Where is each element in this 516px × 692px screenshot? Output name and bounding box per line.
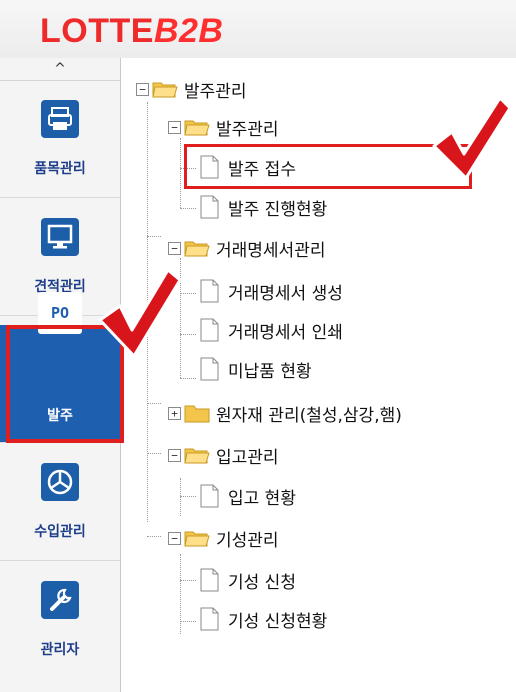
sidebar-item-label: 수입관리 [34, 524, 86, 540]
document-icon [200, 318, 219, 342]
tree-item-invoice-print[interactable]: 거래명세서 인쇄 [198, 315, 343, 345]
tree-node-label: 입고 현황 [228, 488, 296, 509]
sidebar-item-import[interactable]: 수입관리 [0, 443, 120, 561]
tree-node-label: 기성관리 [216, 530, 279, 551]
tree-node-label: 거래명세서 생성 [228, 283, 343, 304]
tree-item-billing-request-status[interactable]: 기성 신청현황 [198, 604, 327, 634]
tree-item-undelivered-status[interactable]: 미납품 현황 [198, 354, 312, 384]
folder-open-icon [184, 241, 210, 257]
tree-group-raw-materials[interactable]: + 원자재 관리(철성,삼강,햄) [168, 398, 402, 428]
lotte-b2b-logo[interactable]: LOTTEB2B [40, 14, 223, 48]
highlight-frame [184, 144, 472, 189]
checkmark-icon [98, 268, 182, 358]
expand-toggle[interactable]: + [168, 406, 181, 420]
document-icon [200, 568, 219, 592]
tree-node-label: 거래명세서관리 [216, 240, 326, 261]
collapse-toggle[interactable]: − [168, 448, 181, 462]
collapse-toggle[interactable]: − [136, 82, 149, 96]
monitor-icon [41, 218, 79, 256]
wrench-icon [41, 581, 79, 619]
document-icon [200, 484, 219, 508]
collapse-toggle[interactable]: − [168, 120, 181, 134]
tree-node-label: 입고관리 [216, 447, 279, 468]
tree-item-receiving-status[interactable]: 입고 현황 [198, 481, 296, 511]
tree-group-receiving[interactable]: − 입고관리 [168, 440, 279, 470]
tree-item-billing-request[interactable]: 기성 신청 [198, 565, 296, 595]
tree-node-label: 기성 신청 [228, 572, 296, 593]
folder-open-icon [184, 120, 210, 136]
sidebar-item-label: 품목관리 [34, 161, 86, 177]
document-icon [200, 279, 219, 303]
collapse-toggle[interactable]: − [168, 241, 181, 255]
tree-node-label: 발주 진행현황 [228, 199, 328, 220]
tree-node-label: 발주관리 [216, 119, 279, 140]
folder-closed-icon [184, 405, 210, 423]
sidebar-item-admin[interactable]: 관리자 [0, 561, 120, 679]
header-bar: LOTTEB2B [0, 0, 516, 58]
tree-node-label: 원자재 관리(철성,삼강,햄) [216, 405, 402, 426]
sidebar-scroll-up-button[interactable]: ^ [0, 58, 120, 81]
tree-root-node[interactable]: − 발주관리 [136, 74, 247, 104]
collapse-toggle[interactable]: − [168, 531, 181, 545]
pie-chart-icon [41, 463, 79, 501]
tree-node-label: 발주관리 [184, 81, 247, 102]
printer-icon [41, 100, 79, 138]
document-icon [200, 607, 219, 631]
tree-node-label: 기성 신청현황 [228, 611, 328, 632]
tree-group-po-management[interactable]: − 발주관리 [168, 112, 279, 142]
tree-item-invoice-create[interactable]: 거래명세서 생성 [198, 276, 343, 306]
sidebar-item-product[interactable]: 품목관리 [0, 80, 120, 198]
document-icon [200, 357, 219, 381]
checkmark-icon [432, 96, 512, 180]
document-icon [200, 195, 219, 219]
folder-open-icon [184, 531, 210, 547]
tree-group-invoice-management[interactable]: − 거래명세서관리 [168, 233, 325, 263]
sidebar-item-label: 관리자 [40, 642, 80, 658]
folder-open-icon [152, 82, 178, 98]
tree-group-progress-billing[interactable]: − 기성관리 [168, 523, 279, 553]
tree-node-label: 미납품 현황 [228, 361, 312, 382]
tree-node-label: 거래명세서 인쇄 [228, 322, 343, 343]
folder-open-icon [184, 448, 210, 464]
tree-item-po-progress[interactable]: 발주 진행현황 [198, 192, 327, 222]
